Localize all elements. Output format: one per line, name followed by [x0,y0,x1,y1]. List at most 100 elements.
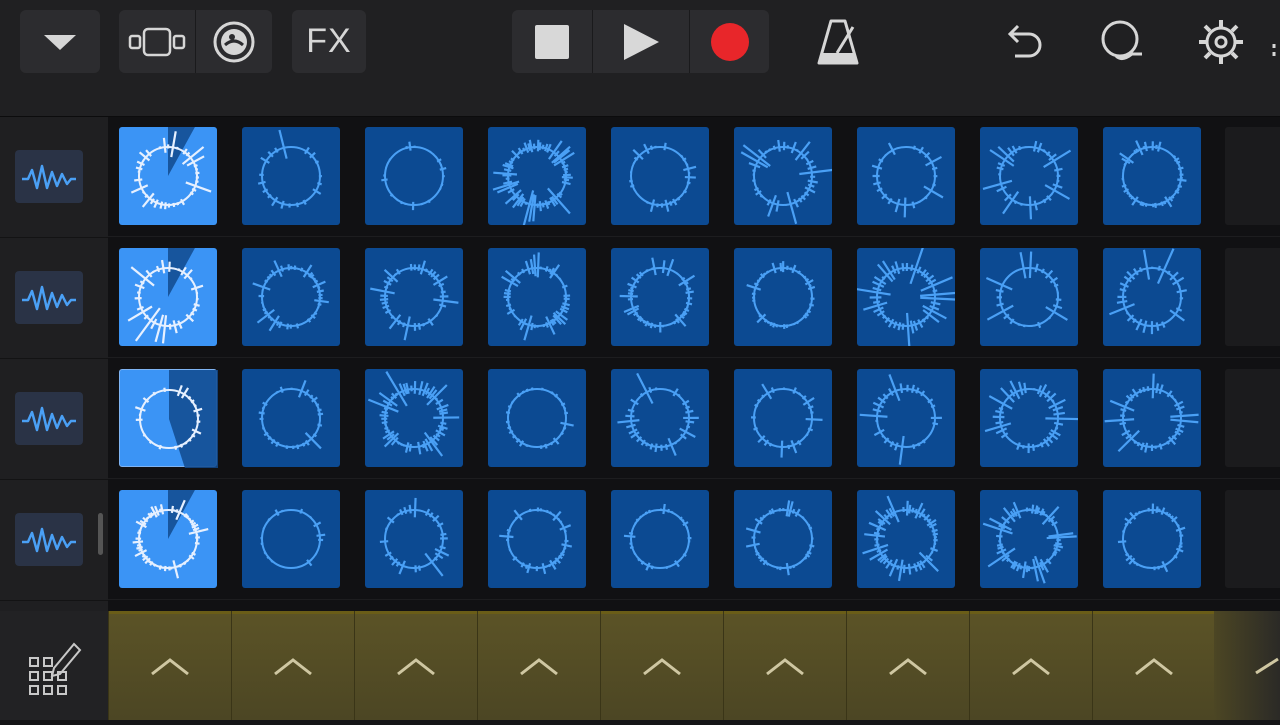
waveform-icon[interactable] [15,513,83,566]
row-divider [108,599,1280,600]
overflow-icon [1270,42,1280,62]
loop-cell[interactable] [1103,490,1201,588]
loop-cell[interactable] [611,127,709,225]
column-trigger[interactable] [723,611,846,720]
track-header-column [0,117,108,611]
circular-waveform-icon [505,387,574,450]
loop-cell[interactable] [242,248,340,346]
circular-waveform-icon [857,248,955,346]
loop-cell-empty[interactable] [1225,490,1280,588]
loop-cell[interactable] [1103,248,1201,346]
column-trigger[interactable] [231,611,354,720]
waveform-icon[interactable] [15,150,83,203]
loop-cell[interactable] [734,248,832,346]
loop-cell-playing[interactable] [119,248,217,346]
loop-cell[interactable] [980,369,1078,467]
circular-waveform-icon [130,127,212,210]
stop-button[interactable] [512,10,592,73]
loop-cell-empty[interactable] [1225,369,1280,467]
loop-cell[interactable] [611,369,709,467]
track-header[interactable] [0,117,108,238]
circular-waveform-icon [499,507,573,575]
column-trigger[interactable] [600,611,723,720]
metronome-button[interactable] [810,14,866,70]
loop-cell[interactable] [734,369,832,467]
loop-cell[interactable] [1103,127,1201,225]
loop-cell[interactable] [365,490,463,588]
scrollbar-thumb[interactable] [98,513,103,555]
column-trigger[interactable] [1092,611,1215,720]
loop-cell[interactable] [488,369,586,467]
loop-cell[interactable] [365,369,463,467]
circular-waveform-icon [1109,248,1187,335]
chevron-down-icon [44,34,76,50]
column-trigger[interactable] [846,611,969,720]
chevron-up-icon [151,657,189,675]
circular-waveform-icon [127,248,204,344]
row-divider [108,357,1280,358]
chevron-up-icon [274,657,312,675]
loop-cell[interactable] [857,248,955,346]
loop-cell[interactable] [365,127,463,225]
loop-cell[interactable] [857,490,955,588]
loop-cell[interactable] [488,248,586,346]
settings-button[interactable] [1193,14,1249,70]
track-header[interactable] [0,480,108,601]
live-loops-button[interactable] [196,10,272,73]
circular-waveform-icon [252,260,329,332]
edit-grid-button[interactable] [0,611,108,720]
track-header[interactable] [0,238,108,359]
loop-cell[interactable] [857,127,955,225]
loop-cell[interactable] [611,248,709,346]
loop-cell[interactable] [980,248,1078,346]
toolbar: FX [0,0,1280,117]
loop-cell[interactable] [980,490,1078,588]
chevron-up-icon [520,657,558,675]
track-header[interactable] [0,359,108,480]
fx-button[interactable]: FX [292,10,366,73]
column-trigger[interactable] [477,611,600,720]
loop-cell-empty[interactable] [1225,127,1280,225]
play-button[interactable] [593,10,689,73]
record-button[interactable] [690,10,769,73]
circular-waveform-icon [1119,140,1187,209]
circular-waveform-icon [260,508,326,569]
circular-waveform-icon [379,497,450,577]
loop-cell-playing[interactable] [119,369,218,468]
waveform-icon[interactable] [15,271,83,324]
loop-icon [1101,20,1142,61]
column-trigger[interactable] [354,611,477,720]
circular-waveform-icon [623,503,692,571]
loop-cell[interactable] [488,127,586,225]
loop-cell[interactable] [242,369,340,467]
column-trigger[interactable] [969,611,1092,720]
circular-waveform-icon [1104,373,1199,453]
column-trigger[interactable] [1214,611,1280,720]
loop-cell-playing[interactable] [119,490,217,588]
gear-icon [1199,20,1243,64]
drummer-icon [213,21,255,62]
circular-waveform-icon [740,139,832,225]
metronome-icon [817,19,859,65]
loop-cell[interactable] [734,127,832,225]
column-trigger[interactable] [108,611,231,720]
undo-button[interactable] [995,14,1051,70]
loop-cell[interactable] [488,490,586,588]
waveform-icon[interactable] [15,392,83,445]
loop-cell-empty[interactable] [1225,248,1280,346]
circular-waveform-icon [982,501,1077,584]
loop-browser-button[interactable] [1094,14,1150,70]
tracks-view-button[interactable] [119,10,195,73]
loop-cell[interactable] [242,490,340,588]
loop-cell[interactable] [611,490,709,588]
loop-cell-playing[interactable] [119,127,217,225]
browser-dropdown-button[interactable] [20,10,100,73]
row-divider [108,236,1280,237]
loop-cell[interactable] [980,127,1078,225]
loop-cell[interactable] [365,248,463,346]
loop-cell[interactable] [1103,369,1201,467]
loop-cell[interactable] [734,490,832,588]
loop-cell[interactable] [242,127,340,225]
loop-cell[interactable] [857,369,955,467]
circular-waveform-icon [501,252,571,341]
